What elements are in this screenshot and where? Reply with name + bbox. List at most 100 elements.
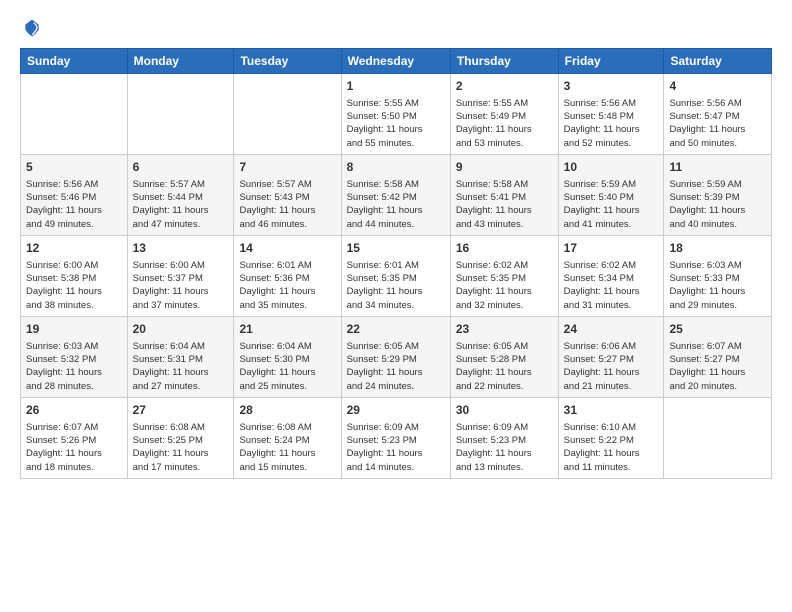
day-cell: 16 Sunrise: 6:02 AM Sunset: 5:35 PM Dayli…	[450, 235, 558, 316]
day-number: 27	[133, 402, 229, 419]
day-cell	[664, 397, 772, 478]
day-number: 8	[347, 159, 445, 176]
day-number: 17	[564, 240, 659, 257]
day-info: Sunrise: 6:04 AM Sunset: 5:30 PM Dayligh…	[239, 340, 335, 393]
day-info: Sunrise: 5:57 AM Sunset: 5:44 PM Dayligh…	[133, 178, 229, 231]
weekday-header-saturday: Saturday	[664, 49, 772, 74]
day-number: 5	[26, 159, 122, 176]
weekday-header-row: SundayMondayTuesdayWednesdayThursdayFrid…	[21, 49, 772, 74]
logo	[20, 18, 42, 38]
day-cell	[21, 74, 128, 155]
day-cell: 6Sunrise: 5:57 AM Sunset: 5:44 PM Daylig…	[127, 154, 234, 235]
day-cell: 8 Sunrise: 5:58 AM Sunset: 5:42 PM Daylig…	[341, 154, 450, 235]
day-cell: 31Sunrise: 6:10 AM Sunset: 5:22 PM Dayli…	[558, 397, 664, 478]
day-cell: 30Sunrise: 6:09 AM Sunset: 5:23 PM Dayli…	[450, 397, 558, 478]
day-number: 2	[456, 78, 553, 95]
day-info: Sunrise: 6:03 AM Sunset: 5:32 PM Dayligh…	[26, 340, 122, 393]
day-cell: 24 Sunrise: 6:06 AM Sunset: 5:27 PM Dayli…	[558, 316, 664, 397]
weekday-header-thursday: Thursday	[450, 49, 558, 74]
day-info: Sunrise: 5:59 AM Sunset: 5:39 PM Dayligh…	[669, 178, 766, 231]
day-cell: 27 Sunrise: 6:08 AM Sunset: 5:25 PM Dayli…	[127, 397, 234, 478]
day-cell: 3 Sunrise: 5:56 AM Sunset: 5:48 PM Daylig…	[558, 74, 664, 155]
day-info: Sunrise: 6:01 AM Sunset: 5:36 PM Dayligh…	[239, 259, 335, 312]
week-row-1: 1Sunrise: 5:55 AM Sunset: 5:50 PM Daylig…	[21, 74, 772, 155]
day-info: Sunrise: 6:00 AM Sunset: 5:38 PM Dayligh…	[26, 259, 122, 312]
day-number: 12	[26, 240, 122, 257]
week-row-4: 19 Sunrise: 6:03 AM Sunset: 5:32 PM Dayli…	[21, 316, 772, 397]
day-number: 25	[669, 321, 766, 338]
day-number: 23	[456, 321, 553, 338]
day-cell: 17 Sunrise: 6:02 AM Sunset: 5:34 PM Dayli…	[558, 235, 664, 316]
day-info: Sunrise: 5:59 AM Sunset: 5:40 PM Dayligh…	[564, 178, 659, 231]
day-cell: 20 Sunrise: 6:04 AM Sunset: 5:31 PM Dayli…	[127, 316, 234, 397]
day-cell: 23Sunrise: 6:05 AM Sunset: 5:28 PM Dayli…	[450, 316, 558, 397]
day-number: 14	[239, 240, 335, 257]
day-number: 13	[133, 240, 229, 257]
day-cell: 13 Sunrise: 6:00 AM Sunset: 5:37 PM Dayli…	[127, 235, 234, 316]
calendar-table: SundayMondayTuesdayWednesdayThursdayFrid…	[20, 48, 772, 479]
day-cell: 14 Sunrise: 6:01 AM Sunset: 5:36 PM Dayli…	[234, 235, 341, 316]
page: SundayMondayTuesdayWednesdayThursdayFrid…	[0, 0, 792, 489]
day-number: 29	[347, 402, 445, 419]
day-cell: 21 Sunrise: 6:04 AM Sunset: 5:30 PM Dayli…	[234, 316, 341, 397]
day-info: Sunrise: 5:56 AM Sunset: 5:46 PM Dayligh…	[26, 178, 122, 231]
day-cell: 10Sunrise: 5:59 AM Sunset: 5:40 PM Dayli…	[558, 154, 664, 235]
day-info: Sunrise: 5:58 AM Sunset: 5:42 PM Dayligh…	[347, 178, 445, 231]
day-cell: 5 Sunrise: 5:56 AM Sunset: 5:46 PM Daylig…	[21, 154, 128, 235]
day-info: Sunrise: 6:05 AM Sunset: 5:29 PM Dayligh…	[347, 340, 445, 393]
day-cell: 15Sunrise: 6:01 AM Sunset: 5:35 PM Dayli…	[341, 235, 450, 316]
day-info: Sunrise: 6:02 AM Sunset: 5:35 PM Dayligh…	[456, 259, 553, 312]
day-cell	[127, 74, 234, 155]
day-cell: 22 Sunrise: 6:05 AM Sunset: 5:29 PM Dayli…	[341, 316, 450, 397]
day-number: 18	[669, 240, 766, 257]
day-cell: 11 Sunrise: 5:59 AM Sunset: 5:39 PM Dayli…	[664, 154, 772, 235]
day-info: Sunrise: 6:09 AM Sunset: 5:23 PM Dayligh…	[347, 421, 445, 474]
logo-icon	[22, 18, 42, 38]
weekday-header-tuesday: Tuesday	[234, 49, 341, 74]
weekday-header-monday: Monday	[127, 49, 234, 74]
day-number: 20	[133, 321, 229, 338]
day-info: Sunrise: 6:06 AM Sunset: 5:27 PM Dayligh…	[564, 340, 659, 393]
weekday-header-friday: Friday	[558, 49, 664, 74]
day-number: 24	[564, 321, 659, 338]
day-cell: 7Sunrise: 5:57 AM Sunset: 5:43 PM Daylig…	[234, 154, 341, 235]
day-cell: 28Sunrise: 6:08 AM Sunset: 5:24 PM Dayli…	[234, 397, 341, 478]
week-row-3: 12 Sunrise: 6:00 AM Sunset: 5:38 PM Dayli…	[21, 235, 772, 316]
weekday-header-sunday: Sunday	[21, 49, 128, 74]
day-info: Sunrise: 6:03 AM Sunset: 5:33 PM Dayligh…	[669, 259, 766, 312]
day-info: Sunrise: 6:04 AM Sunset: 5:31 PM Dayligh…	[133, 340, 229, 393]
day-number: 26	[26, 402, 122, 419]
day-info: Sunrise: 6:07 AM Sunset: 5:26 PM Dayligh…	[26, 421, 122, 474]
day-number: 21	[239, 321, 335, 338]
day-info: Sunrise: 5:57 AM Sunset: 5:43 PM Dayligh…	[239, 178, 335, 231]
day-info: Sunrise: 6:02 AM Sunset: 5:34 PM Dayligh…	[564, 259, 659, 312]
day-info: Sunrise: 5:55 AM Sunset: 5:49 PM Dayligh…	[456, 97, 553, 150]
day-info: Sunrise: 5:56 AM Sunset: 5:47 PM Dayligh…	[669, 97, 766, 150]
day-cell: 26 Sunrise: 6:07 AM Sunset: 5:26 PM Dayli…	[21, 397, 128, 478]
day-number: 30	[456, 402, 553, 419]
weekday-header-wednesday: Wednesday	[341, 49, 450, 74]
day-info: Sunrise: 6:10 AM Sunset: 5:22 PM Dayligh…	[564, 421, 659, 474]
day-cell: 12 Sunrise: 6:00 AM Sunset: 5:38 PM Dayli…	[21, 235, 128, 316]
day-info: Sunrise: 6:01 AM Sunset: 5:35 PM Dayligh…	[347, 259, 445, 312]
day-cell: 25 Sunrise: 6:07 AM Sunset: 5:27 PM Dayli…	[664, 316, 772, 397]
day-number: 22	[347, 321, 445, 338]
day-number: 3	[564, 78, 659, 95]
day-number: 9	[456, 159, 553, 176]
day-number: 16	[456, 240, 553, 257]
day-number: 11	[669, 159, 766, 176]
day-number: 1	[347, 78, 445, 95]
week-row-5: 26 Sunrise: 6:07 AM Sunset: 5:26 PM Dayli…	[21, 397, 772, 478]
day-cell: 4 Sunrise: 5:56 AM Sunset: 5:47 PM Daylig…	[664, 74, 772, 155]
day-info: Sunrise: 5:56 AM Sunset: 5:48 PM Dayligh…	[564, 97, 659, 150]
day-cell: 1Sunrise: 5:55 AM Sunset: 5:50 PM Daylig…	[341, 74, 450, 155]
day-cell: 18 Sunrise: 6:03 AM Sunset: 5:33 PM Dayli…	[664, 235, 772, 316]
day-cell: 2 Sunrise: 5:55 AM Sunset: 5:49 PM Daylig…	[450, 74, 558, 155]
day-number: 19	[26, 321, 122, 338]
day-info: Sunrise: 6:08 AM Sunset: 5:25 PM Dayligh…	[133, 421, 229, 474]
day-info: Sunrise: 6:07 AM Sunset: 5:27 PM Dayligh…	[669, 340, 766, 393]
day-cell: 9 Sunrise: 5:58 AM Sunset: 5:41 PM Daylig…	[450, 154, 558, 235]
day-info: Sunrise: 6:00 AM Sunset: 5:37 PM Dayligh…	[133, 259, 229, 312]
day-number: 4	[669, 78, 766, 95]
day-info: Sunrise: 5:58 AM Sunset: 5:41 PM Dayligh…	[456, 178, 553, 231]
